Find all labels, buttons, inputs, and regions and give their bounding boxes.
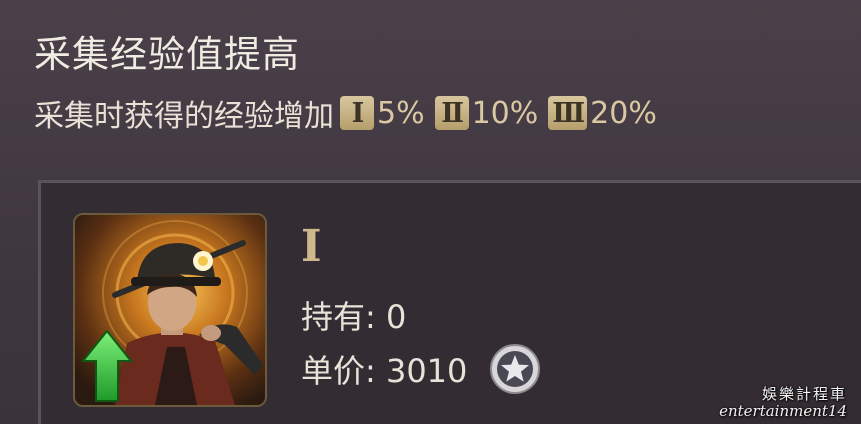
unit-price: 单价: 3010 (301, 352, 468, 390)
skill-description-row: 采集时获得的经验增加 Ⅰ 5% Ⅱ 10% Ⅲ 20% (34, 90, 667, 136)
owned-count: 持有: 0 (301, 298, 407, 336)
tier-3: Ⅲ 20% (548, 96, 657, 131)
price-row: 单价: 3010 (301, 343, 541, 395)
miner-portrait-icon[interactable] (73, 213, 267, 407)
tier-1-badge: Ⅰ (340, 96, 374, 130)
watermark-line-2: entertainment14 (719, 401, 847, 420)
tier-1: Ⅰ 5% (340, 96, 425, 131)
tier-2-badge: Ⅱ (434, 96, 469, 130)
skill-title: 采集经验值提高 (34, 33, 300, 76)
star-coin-icon (490, 344, 541, 394)
watermark: 娛樂計程車 entertainment14 (719, 384, 847, 421)
tier-3-badge: Ⅲ (548, 96, 588, 130)
skill-description: 采集时获得的经验增加 (34, 99, 334, 134)
tier-2-value: 10% (471, 95, 539, 131)
tier-1-value: 5% (377, 95, 425, 131)
tier-2: Ⅱ 10% (434, 95, 539, 131)
rank-numeral: Ⅰ (301, 221, 322, 272)
watermark-line-1: 娛樂計程車 (761, 384, 847, 403)
tier-3-value: 20% (590, 95, 657, 131)
